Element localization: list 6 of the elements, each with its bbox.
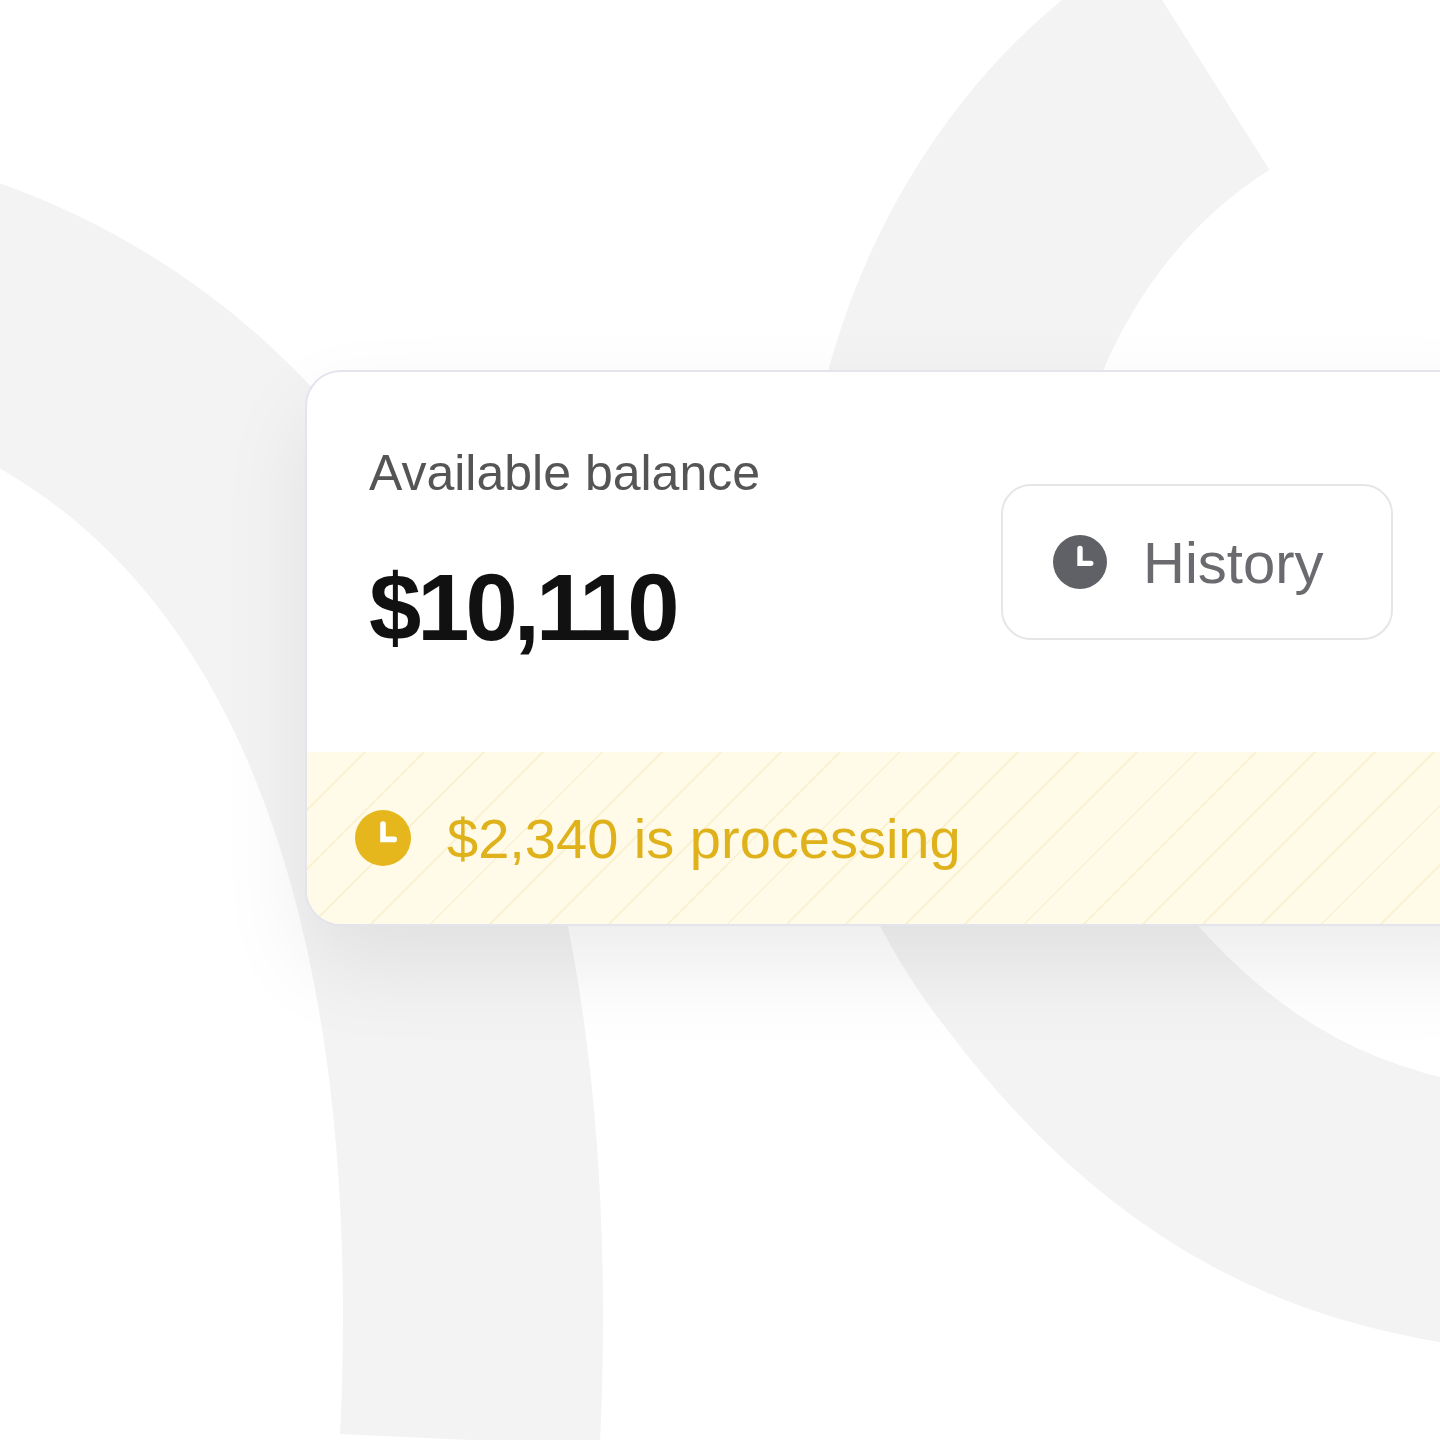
clock-icon bbox=[355, 810, 411, 866]
balance-label: Available balance bbox=[369, 446, 762, 501]
balance-amount: $10,110 bbox=[369, 561, 677, 655]
clock-icon bbox=[1053, 535, 1107, 589]
status-text: $2,340 is processing bbox=[447, 805, 961, 871]
history-button[interactable]: History bbox=[1001, 484, 1393, 640]
